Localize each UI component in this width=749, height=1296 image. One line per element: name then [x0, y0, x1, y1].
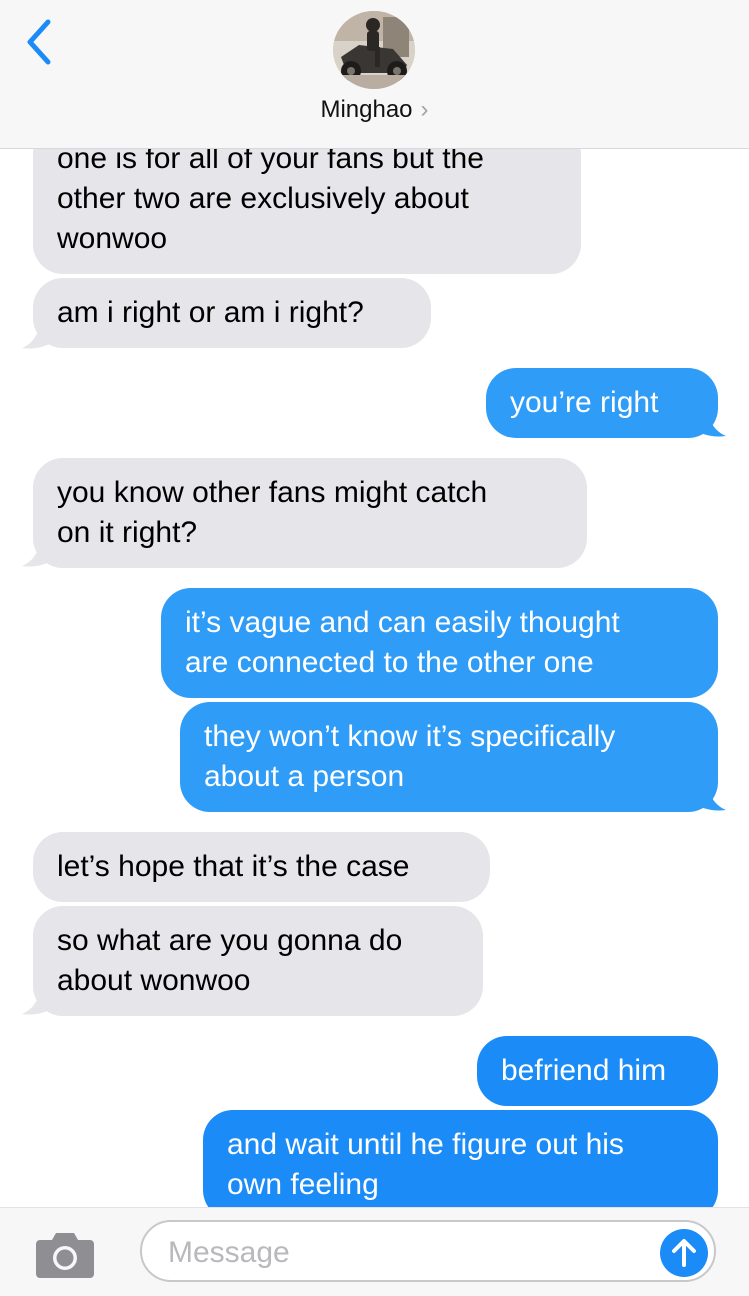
message-bubble-outgoing[interactable]: it’s vague and can easily thought are co…: [161, 588, 718, 698]
message-text-line: wonwoo: [57, 222, 168, 255]
message-text-line: on it right?: [57, 516, 198, 549]
message-text-line: let’s hope that it’s the case: [57, 850, 410, 883]
send-button[interactable]: [660, 1229, 708, 1277]
message-bubble-incoming[interactable]: you know other fans might catch on it ri…: [33, 458, 587, 568]
chevron-left-icon: [27, 19, 51, 65]
back-button[interactable]: [18, 14, 62, 70]
message-bubble-outgoing[interactable]: they won’t know it’s specifically about …: [180, 702, 718, 812]
avatar-image: [333, 11, 415, 89]
message-bubble-outgoing[interactable]: you’re right: [486, 368, 718, 438]
message-text-line: you know other fans might catch: [57, 476, 488, 509]
message-text-line: own feeling: [227, 1168, 379, 1201]
message-bubble-incoming[interactable]: so what are you gonna do about wonwoo: [33, 906, 483, 1016]
message-text-line: am i right or am i right?: [57, 296, 364, 329]
contact-name: Minghao: [320, 96, 413, 123]
message-text-line: about a person: [204, 760, 405, 793]
chevron-right-icon: ›: [420, 96, 429, 123]
composer-bar: [0, 1207, 749, 1296]
message-text-line: and wait until he figure out his: [227, 1128, 624, 1161]
message-text-line: about wonwoo: [57, 964, 251, 997]
message-text-line: other two are exclusively about: [57, 182, 469, 215]
message-thread[interactable]: one is for all of your fans but the othe…: [0, 0, 749, 1207]
message-field: [140, 1220, 716, 1282]
message-bubble-incoming[interactable]: am i right or am i right?: [33, 278, 431, 348]
message-text-line: you’re right: [510, 386, 659, 419]
contact-name-button[interactable]: Minghao ›: [0, 96, 749, 124]
avatar[interactable]: [333, 11, 415, 89]
message-text-line: so what are you gonna do: [57, 924, 403, 957]
message-text-line: they won’t know it’s specifically: [204, 720, 616, 753]
message-bubble-outgoing[interactable]: and wait until he figure out his own fee…: [203, 1110, 718, 1207]
message-text-line: are connected to the other one: [185, 646, 594, 679]
message-bubble-outgoing[interactable]: befriend him: [477, 1036, 718, 1106]
conversation-header: Minghao ›: [0, 0, 749, 149]
arrow-up-icon: [672, 1239, 696, 1267]
message-input[interactable]: [166, 1234, 640, 1272]
message-bubble-incoming[interactable]: let’s hope that it’s the case: [33, 832, 490, 902]
camera-icon: [36, 1233, 94, 1278]
message-text-line: befriend him: [501, 1054, 667, 1087]
camera-button[interactable]: [34, 1228, 96, 1284]
message-text-line: it’s vague and can easily thought: [185, 606, 620, 639]
